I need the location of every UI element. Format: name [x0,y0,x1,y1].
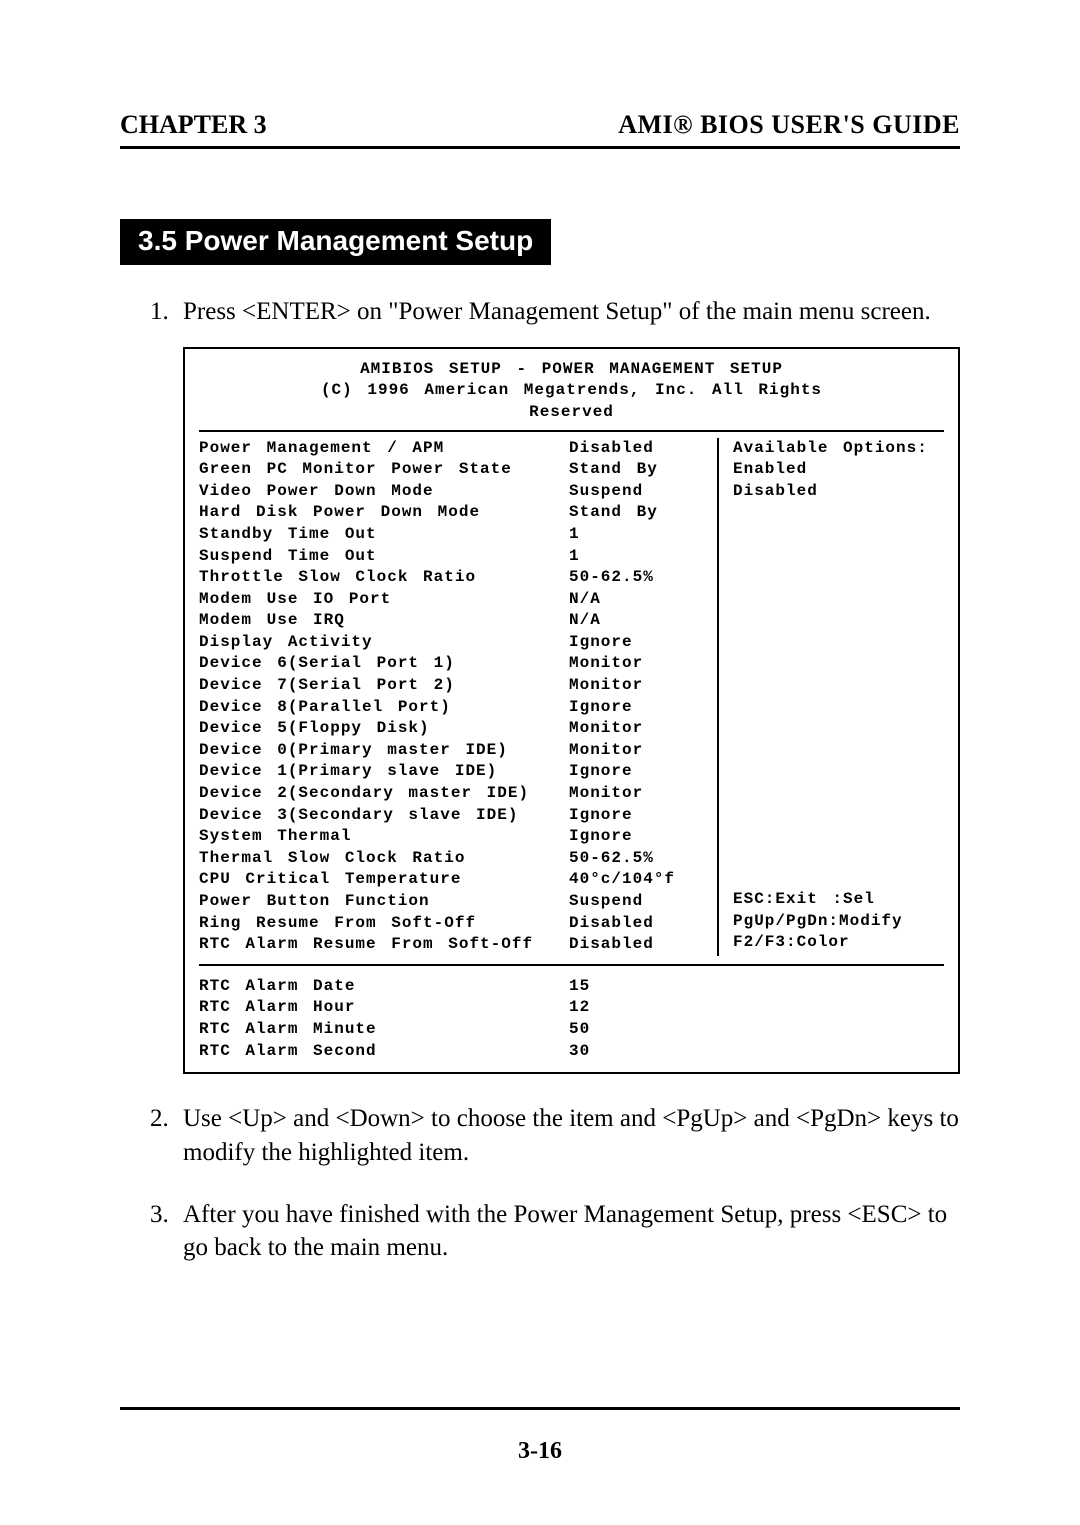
bios-side-line: Enabled [733,459,944,481]
bios-rtc-values: 15 12 50 30 [569,976,717,1062]
bios-item-value: Disabled [569,438,709,460]
bios-item-label: Video Power Down Mode [199,481,569,503]
bios-item-value: 50-62.5% [569,848,709,870]
bios-rtc-label: RTC Alarm Minute [199,1019,569,1041]
bios-item-value: Disabled [569,913,709,935]
bios-hint-line: PgUp/PgDn:Modify [733,911,944,933]
bios-item-value: Monitor [569,783,709,805]
bios-item-value: Monitor [569,718,709,740]
bios-item-label: Modem Use IO Port [199,589,569,611]
bios-item-value: Disabled [569,934,709,956]
bios-item-value: Stand By [569,502,709,524]
bios-item-label: Green PC Monitor Power State [199,459,569,481]
page-header: CHAPTER 3 AMI® BIOS USER'S GUIDE [120,110,960,149]
bios-item-label: Suspend Time Out [199,546,569,568]
bios-item-value: Stand By [569,459,709,481]
bios-item-value: Ignore [569,826,709,848]
bios-item-values: Disabled Stand By Suspend Stand By 1 1 5… [569,438,719,956]
bios-title: AMIBIOS SETUP - POWER MANAGEMENT SETUP (… [199,359,944,432]
footer-divider [120,1407,960,1410]
page-number: 3-16 [120,1438,960,1465]
bios-rtc-value: 30 [569,1041,709,1063]
bios-item-label: Thermal Slow Clock Ratio [199,848,569,870]
bios-rtc-value: 12 [569,997,709,1019]
bios-item-label: Power Management / APM [199,438,569,460]
bios-rtc-label: RTC Alarm Second [199,1041,569,1063]
bios-item-labels: Power Management / APM Green PC Monitor … [199,438,569,956]
bios-item-label: Hard Disk Power Down Mode [199,502,569,524]
bios-available-options: Available Options: Enabled Disabled [733,438,944,503]
bios-side-line: Disabled [733,481,944,503]
bios-item-label: Device 6(Serial Port 1) [199,653,569,675]
bios-hint-line: ESC:Exit :Sel [733,889,944,911]
bios-item-value: Monitor [569,653,709,675]
bios-item-value: Ignore [569,632,709,654]
bios-item-value: Ignore [569,761,709,783]
section-heading: 3.5 Power Management Setup [120,219,551,265]
bios-item-value: N/A [569,610,709,632]
bios-key-hints: ESC:Exit :Sel PgUp/PgDn:Modify F2/F3:Col… [733,889,944,954]
instruction-step-2: Use <Up> and <Down> to choose the item a… [175,1102,960,1170]
guide-title: AMI® BIOS USER'S GUIDE [618,110,960,140]
bios-rtc-label: RTC Alarm Date [199,976,569,998]
instruction-text: Press <ENTER> on "Power Management Setup… [183,298,931,325]
bios-item-label: Device 0(Primary master IDE) [199,740,569,762]
bios-item-label: Device 2(Secondary master IDE) [199,783,569,805]
bios-main-area: Power Management / APM Green PC Monitor … [199,438,944,966]
bios-item-value: 1 [569,546,709,568]
bios-item-label: Device 7(Serial Port 2) [199,675,569,697]
bios-item-label: Modem Use IRQ [199,610,569,632]
instruction-list: Press <ENTER> on "Power Management Setup… [120,295,960,1293]
bios-item-label: Standby Time Out [199,524,569,546]
bios-title-line3: Reserved [199,402,944,424]
bios-item-label: Ring Resume From Soft-Off [199,913,569,935]
bios-rtc-block: RTC Alarm Date RTC Alarm Hour RTC Alarm … [199,976,944,1072]
instruction-step-1: Press <ENTER> on "Power Management Setup… [175,295,960,1074]
instruction-text: After you have finished with the Power M… [183,1201,947,1262]
bios-title-line1: AMIBIOS SETUP - POWER MANAGEMENT SETUP [199,359,944,381]
bios-hint-line: F2/F3:Color [733,932,944,954]
bios-side-line: Available Options: [733,438,944,460]
bios-item-label: Power Button Function [199,891,569,913]
bios-item-value: Suspend [569,891,709,913]
bios-item-label: Throttle Slow Clock Ratio [199,567,569,589]
section-heading-wrap: 3.5 Power Management Setup [120,219,960,265]
bios-item-value: 50-62.5% [569,567,709,589]
bios-item-label: Device 1(Primary slave IDE) [199,761,569,783]
bios-item-label: System Thermal [199,826,569,848]
instruction-step-3: After you have finished with the Power M… [175,1198,960,1266]
bios-item-value: 1 [569,524,709,546]
bios-item-value: Monitor [569,675,709,697]
bios-item-label: CPU Critical Temperature [199,869,569,891]
bios-item-label: Device 5(Floppy Disk) [199,718,569,740]
bios-title-line2: (C) 1996 American Megatrends, Inc. All R… [199,380,944,402]
bios-rtc-label: RTC Alarm Hour [199,997,569,1019]
bios-rtc-labels: RTC Alarm Date RTC Alarm Hour RTC Alarm … [199,976,569,1062]
bios-screen: AMIBIOS SETUP - POWER MANAGEMENT SETUP (… [183,347,960,1074]
instruction-text: Use <Up> and <Down> to choose the item a… [183,1105,959,1166]
bios-item-value: Ignore [569,697,709,719]
bios-item-label: RTC Alarm Resume From Soft-Off [199,934,569,956]
bios-item-label: Display Activity [199,632,569,654]
bios-item-value: Monitor [569,740,709,762]
bios-item-value: Ignore [569,805,709,827]
chapter-label: CHAPTER 3 [120,110,267,140]
bios-item-label: Device 8(Parallel Port) [199,697,569,719]
bios-side-panel: Available Options: Enabled Disabled ESC:… [719,438,944,956]
bios-item-value: 40°c/104°f [569,869,709,891]
bios-rtc-value: 15 [569,976,709,998]
bios-item-value: Suspend [569,481,709,503]
bios-item-value: N/A [569,589,709,611]
bios-rtc-value: 50 [569,1019,709,1041]
bios-item-label: Device 3(Secondary slave IDE) [199,805,569,827]
